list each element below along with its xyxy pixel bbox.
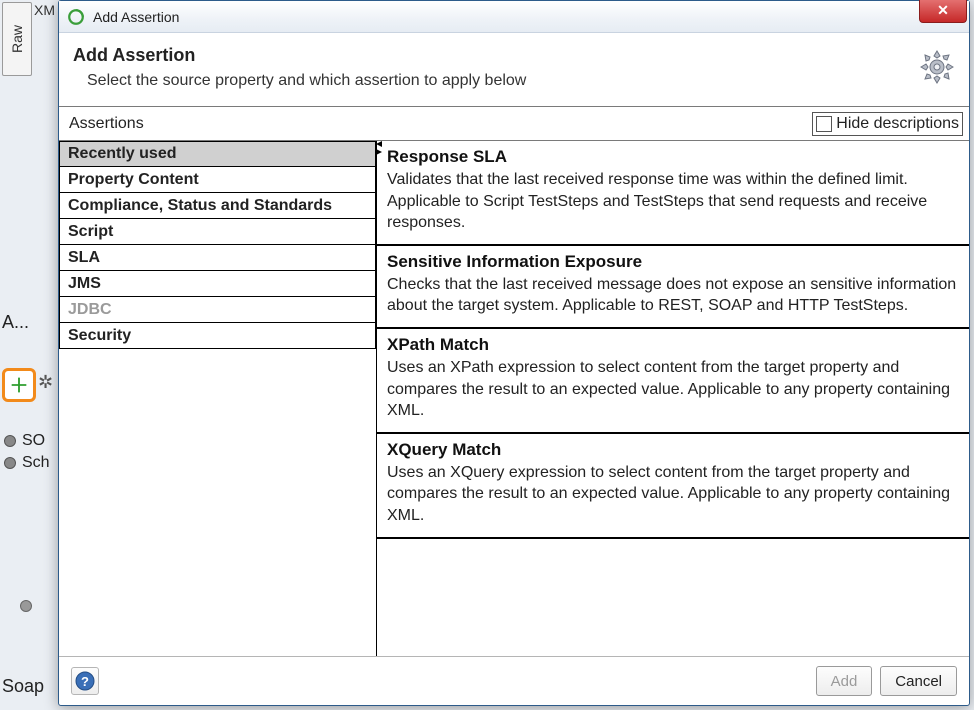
help-button[interactable]: ? [71,667,99,695]
radio-dot-icon [4,457,16,469]
cancel-button[interactable]: Cancel [880,666,957,696]
hide-descriptions-label: Hide descriptions [836,115,959,133]
close-button[interactable]: ✕ [919,0,967,23]
assertion-title: XPath Match [387,335,959,355]
button-group: Add Cancel [816,666,957,696]
bg-soap-label: Soap [2,676,44,697]
assertion-item[interactable]: XQuery MatchUses an XQuery expression to… [377,434,969,539]
settings-gear-icon [917,47,957,87]
assertion-item[interactable]: Response SLAValidates that the last rece… [377,141,969,246]
page-subtitle: Select the source property and which ass… [87,72,955,90]
splitter-handle-icon[interactable] [376,141,386,157]
bg-so-label: SO [22,432,45,450]
category-item[interactable]: SLA [59,245,376,271]
bg-xm-label: XM [34,2,55,18]
checkbox-icon [816,116,832,132]
assertion-title: Response SLA [387,147,959,167]
category-item[interactable]: Recently used [59,141,376,167]
plus-icon [8,374,30,396]
assertion-list: Response SLAValidates that the last rece… [377,141,969,656]
hide-descriptions-toggle[interactable]: Hide descriptions [812,112,963,136]
category-list: Recently usedProperty ContentCompliance,… [59,141,376,349]
add-button[interactable]: Add [816,666,873,696]
assertion-title: XQuery Match [387,440,959,460]
category-item[interactable]: Compliance, Status and Standards [59,193,376,219]
raw-vertical-tab[interactable]: Raw [2,2,32,76]
assertion-item[interactable]: XPath MatchUses an XPath expression to s… [377,329,969,434]
toolbar: Assertions Hide descriptions [59,107,969,141]
assertion-description: Checks that the last received message do… [387,274,959,317]
category-item[interactable]: Property Content [59,167,376,193]
category-item[interactable]: JMS [59,271,376,297]
category-pane: Recently usedProperty ContentCompliance,… [59,141,377,656]
dialog-header: Add Assertion Select the source property… [59,33,969,107]
close-icon: ✕ [937,2,949,19]
svg-text:?: ? [81,674,89,689]
bg-a-label: A... [2,312,29,333]
bg-sch-label: Sch [22,454,50,472]
dialog-footer: ? Add Cancel [59,657,969,705]
bg-footer-dot [20,600,32,612]
assertion-description: Uses an XQuery expression to select cont… [387,462,959,527]
radio-dot-icon [4,435,16,447]
dialog-body: Recently usedProperty ContentCompliance,… [59,141,969,657]
assertion-item[interactable]: Sensitive Information ExposureChecks tha… [377,246,969,329]
window-title: Add Assertion [93,9,965,25]
add-assertion-dialog: Add Assertion ✕ Add Assertion Select the… [58,0,970,706]
category-item: JDBC [59,297,376,323]
bg-radio-so[interactable]: SO [4,432,45,450]
bg-radio-sch[interactable]: Sch [4,454,50,472]
soapui-app-icon [67,8,85,26]
gear-icon: ✲ [38,372,53,393]
assertion-description: Uses an XPath expression to select conte… [387,357,959,422]
page-title: Add Assertion [73,45,955,66]
assertion-description: Validates that the last received respons… [387,169,959,234]
assertions-label: Assertions [69,115,144,133]
add-button[interactable] [2,368,36,402]
titlebar[interactable]: Add Assertion ✕ [59,1,969,33]
help-icon: ? [75,671,95,691]
category-item[interactable]: Script [59,219,376,245]
assertion-title: Sensitive Information Exposure [387,252,959,272]
category-item[interactable]: Security [59,323,376,349]
